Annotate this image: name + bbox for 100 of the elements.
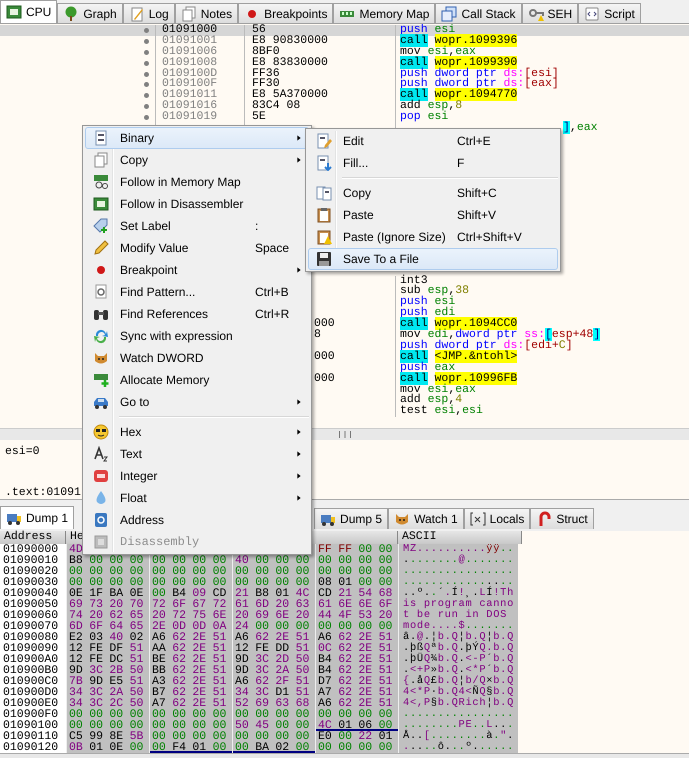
hex-byte: 3C [89,698,104,709]
menu-item[interactable]: Copy Shift+C [308,182,558,204]
hex-byte: 09 [192,588,208,599]
hex-byte: 51 [212,676,228,687]
menu-item[interactable]: Sync with expression [85,325,309,347]
hex-byte: 00 [212,720,228,731]
hex-byte: 00 [152,555,167,566]
menu-item[interactable]: Find Pattern... Ctrl+B [85,281,309,303]
hex-byte: A6 [235,676,250,687]
menu-item[interactable]: Edit Ctrl+E [308,130,558,152]
binary-file-icon [93,130,109,146]
hex-byte: 3C [255,665,270,676]
tab[interactable]: SEH [522,3,578,23]
tab[interactable]: Dump 1 [0,506,74,529]
address-cell: 010900E0 [0,698,66,709]
hex-byte: FF [318,544,333,555]
hex-byte: 74 [69,610,84,621]
hex-byte: 51 [378,643,394,654]
bytes-text: E8 5A370000 [252,88,328,102]
hex-byte: 51 [378,632,394,643]
hex-byte: 62 [338,698,353,709]
hex-byte: 00 [152,720,167,731]
hex-byte: 00 [296,621,310,632]
hex-byte: 00 [358,544,374,555]
hex-byte: 2E [358,665,374,676]
hex-byte: FE [89,643,104,654]
menu-item[interactable]: Text [85,443,309,465]
hex-byte: 00 [296,555,310,566]
hex-byte: 0C [318,643,333,654]
binary-fill-icon [316,155,332,171]
tab[interactable]: Watch 1 [388,508,464,529]
hex-byte: 01 [275,588,290,599]
tab[interactable]: Notes [174,3,238,23]
hex-byte: 20 [109,599,124,610]
hex-byte: 00 [235,731,250,742]
hex-byte: A6 [318,698,333,709]
hex-byte: 00 [89,555,104,566]
hex-byte: 61 [318,599,333,610]
bytes-text: 5E [252,110,266,124]
menu-item[interactable]: Save To a File [308,248,558,270]
address-cell: 01090070 [0,621,66,632]
hex-byte: 40 [235,555,250,566]
number-icon [93,468,109,484]
menu-item[interactable]: Modify Value Space [85,237,309,259]
menu-item[interactable]: Watch DWORD [85,347,309,369]
address-cell: 01090040 [0,588,66,599]
tab[interactable]: Script [578,3,641,23]
column-header: Address [0,531,66,544]
ascii-text: {.åQ£b.Q¦b/Q×b.Q [403,675,514,687]
hex-byte: 03 [89,632,104,643]
tab[interactable]: Breakpoints [238,3,334,23]
tab[interactable]: Memory Map [333,3,436,23]
hex-byte: 50 [296,654,310,665]
menu-item[interactable]: Find References Ctrl+R [85,303,309,325]
tab[interactable]: Struct [530,508,594,529]
address-text: 0109100F [162,77,218,90]
tab[interactable]: Locals [464,508,530,529]
menu-item[interactable]: Breakpoint [85,259,309,281]
hex-byte: 0D [172,621,187,632]
hex-byte: 00 [152,577,167,588]
clipboard-warning-icon [316,229,332,245]
memory-plus-icon [93,372,109,388]
listing-row[interactable]: 01091000 56 push esi [0,25,689,36]
hex-byte: 00 [89,720,104,731]
hex-byte: 00 [378,555,394,566]
hex-byte: 00 [212,577,228,588]
menu-item[interactable]: Go to [85,391,309,413]
hex-byte: 34 [69,698,84,709]
hex-byte: 01 [192,742,208,753]
menu-item[interactable]: Binary [85,127,309,149]
hex-byte: 00 [255,566,270,577]
menu-item[interactable]: Follow in Memory Map [85,171,309,193]
hex-byte: 08 [318,577,333,588]
tab[interactable]: Dump 5 [314,508,388,529]
hex-byte: 00 [69,577,84,588]
tab[interactable]: Call Stack [435,3,522,23]
menu-item[interactable]: Address [85,509,309,531]
hex-byte: 45 [255,720,270,731]
menu-item[interactable]: Fill... F [308,152,558,174]
ascii-text: 4<,P§b.QRich¦b.Q [403,697,514,709]
instruction-text: add esp,4 [400,395,462,406]
tab[interactable]: Graph [57,3,123,23]
menu-item[interactable]: Paste (Ignore Size) Ctrl+Shift+V [308,226,558,248]
menu-item[interactable]: Float [85,487,309,509]
listing-row[interactable]: 01091016 83C4 08 add esp,8 [0,101,689,112]
menu-item[interactable]: Paste Shift+V [308,204,558,226]
menu-item[interactable]: Hex [85,421,309,443]
tree-icon [63,6,80,22]
menu-item[interactable]: Allocate Memory [85,369,309,391]
hex-byte: 2A [109,687,124,698]
menu-item[interactable]: Integer [85,465,309,487]
hex-byte: 4C [318,720,333,731]
hex-byte: 20 [235,610,250,621]
menu-item[interactable]: Set Label : [85,215,309,237]
tab[interactable]: Log [122,3,175,23]
tab[interactable]: CPU [0,0,58,23]
hex-byte: 12 [69,643,84,654]
grip-icon [338,431,350,438]
hex-byte: 65 [130,610,144,621]
hex-byte: 00 [296,731,310,742]
